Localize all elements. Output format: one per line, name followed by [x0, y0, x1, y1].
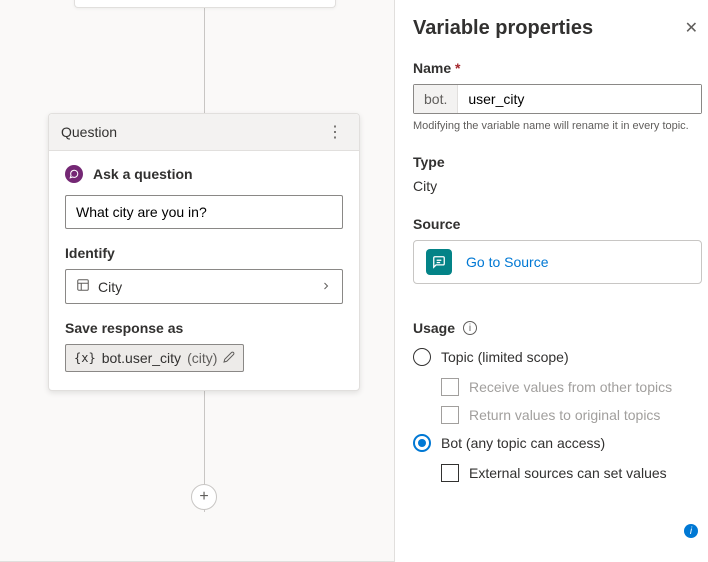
footer-info-icon[interactable]: i — [684, 524, 698, 538]
external-sources-label: External sources can set values — [469, 465, 667, 481]
identify-value: City — [98, 279, 122, 295]
usage-bot-label: Bot (any topic can access) — [441, 435, 605, 451]
external-sources-checkbox[interactable]: External sources can set values — [441, 464, 702, 482]
add-node-button[interactable]: + — [191, 484, 217, 510]
variable-type: (city) — [187, 350, 217, 366]
chevron-right-icon — [320, 279, 332, 295]
question-icon — [65, 165, 83, 183]
edit-icon — [223, 351, 235, 366]
question-node: Question ⋮ Ask a question Identify City — [48, 113, 360, 391]
identify-label: Identify — [65, 245, 343, 261]
previous-node-edge — [74, 0, 336, 8]
node-title: Ask a question — [93, 166, 193, 182]
name-prefix: bot. — [414, 85, 458, 113]
usage-topic-label: Topic (limited scope) — [441, 349, 569, 365]
name-input[interactable] — [458, 85, 701, 113]
receive-values-checkbox: Receive values from other topics — [441, 378, 702, 396]
checkbox-icon — [441, 406, 459, 424]
name-hint: Modifying the variable name will rename … — [413, 120, 702, 132]
variable-properties-pane: Variable properties ✕ Name * bot. Modify… — [394, 0, 708, 562]
plus-icon: + — [199, 488, 208, 506]
close-icon[interactable]: ✕ — [681, 14, 702, 42]
canvas: Question ⋮ Ask a question Identify City — [0, 0, 394, 562]
variable-chip[interactable]: {x} bot.user_city (city) — [65, 344, 244, 372]
node-header: Question ⋮ — [49, 114, 359, 151]
question-prompt-input[interactable] — [65, 195, 343, 229]
usage-bot-radio[interactable]: Bot (any topic can access) — [413, 434, 702, 452]
name-field: bot. — [413, 84, 702, 114]
source-label: Source — [413, 216, 702, 232]
entity-icon — [76, 278, 90, 295]
name-label: Name * — [413, 60, 702, 76]
checkbox-icon — [441, 464, 459, 482]
variable-name: bot.user_city — [102, 350, 181, 366]
node-header-title: Question — [61, 124, 117, 140]
node-body: Ask a question Identify City Save respon… — [49, 151, 359, 390]
save-response-label: Save response as — [65, 320, 343, 336]
info-icon[interactable]: i — [463, 321, 477, 335]
return-values-checkbox: Return values to original topics — [441, 406, 702, 424]
radio-icon — [413, 434, 431, 452]
pane-title: Variable properties — [413, 17, 593, 40]
return-values-label: Return values to original topics — [469, 407, 660, 423]
node-menu-icon[interactable]: ⋮ — [323, 122, 347, 142]
usage-label: Usage — [413, 320, 455, 336]
identify-entity-select[interactable]: City — [65, 269, 343, 304]
receive-values-label: Receive values from other topics — [469, 379, 672, 395]
go-to-source-button[interactable]: Go to Source — [413, 240, 702, 284]
radio-icon — [413, 348, 431, 366]
usage-topic-radio[interactable]: Topic (limited scope) — [413, 348, 702, 366]
source-icon — [426, 249, 452, 275]
type-value: City — [413, 178, 702, 194]
variable-icon: {x} — [74, 351, 96, 365]
checkbox-icon — [441, 378, 459, 396]
go-to-source-link: Go to Source — [466, 254, 549, 270]
type-label: Type — [413, 154, 702, 170]
